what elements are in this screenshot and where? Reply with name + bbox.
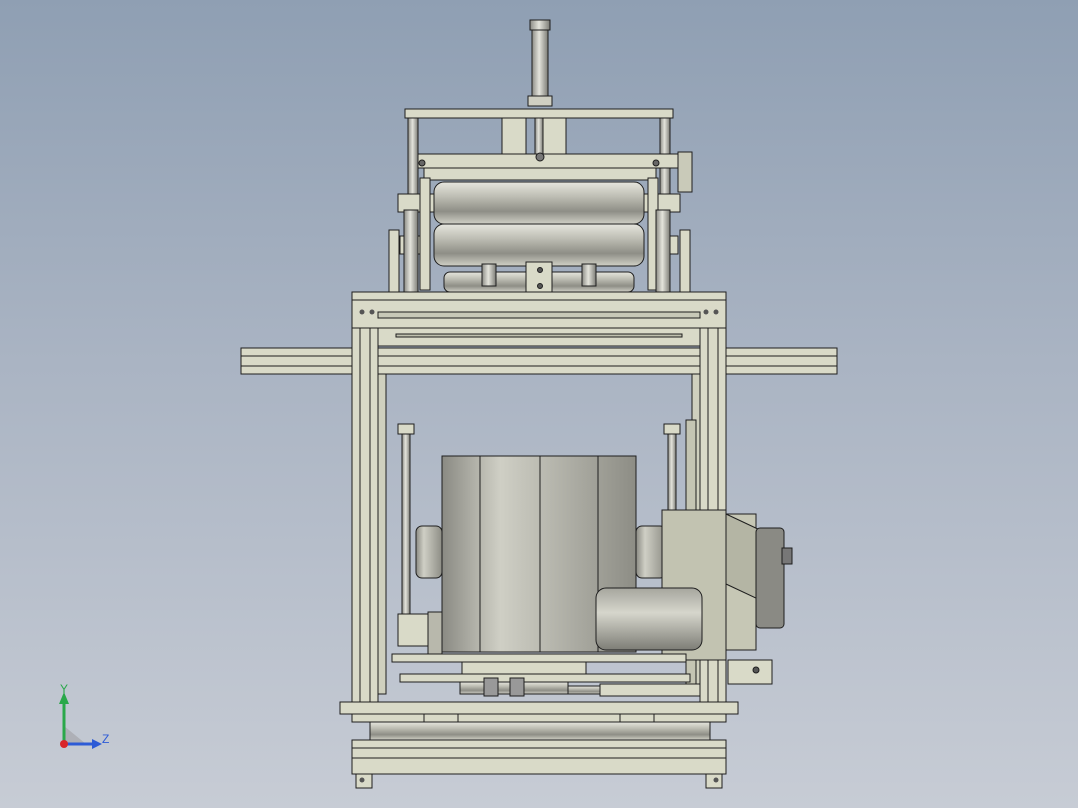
axis-triad-icon (59, 692, 102, 749)
y-axis-label: Y (60, 682, 69, 696)
crossbar (240, 347, 838, 375)
lower-roller (399, 223, 679, 267)
upper-roller (397, 181, 681, 225)
upper-frame-plate (351, 291, 727, 347)
z-axis-label: Z (102, 732, 110, 746)
machine-assembly-drawing (240, 19, 838, 789)
base-frame (339, 701, 739, 789)
top-shaft (527, 19, 553, 107)
cad-viewport[interactable]: Y Z (0, 0, 1078, 808)
orientation-triad: Y Z (52, 682, 122, 756)
